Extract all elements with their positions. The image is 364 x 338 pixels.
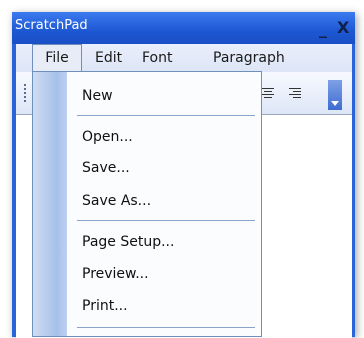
menu-item-open[interactable]: Open...	[82, 127, 133, 147]
window-controls: _ X	[317, 18, 351, 38]
menu-separator	[77, 327, 255, 328]
menu-edit[interactable]: Edit	[95, 44, 122, 72]
menu-bar: File Edit Font Paragraph	[16, 44, 352, 72]
menu-file[interactable]: File	[32, 44, 82, 72]
minimize-button[interactable]: _	[319, 19, 327, 39]
menu-font[interactable]: Font	[142, 44, 172, 72]
window-title: ScratchPad	[15, 18, 88, 33]
menu-item-print[interactable]: Print...	[82, 296, 128, 316]
menu-item-preview[interactable]: Preview...	[82, 264, 149, 284]
menu-separator	[77, 115, 255, 116]
align-center-icon[interactable]	[262, 87, 274, 99]
menu-item-save[interactable]: Save...	[82, 158, 130, 178]
menu-separator	[77, 220, 255, 221]
toolbar-overflow-button[interactable]	[328, 80, 342, 110]
file-menu-dropdown: New Open... Save... Save As... Page Setu…	[32, 71, 262, 337]
title-bar[interactable]: ScratchPad _ X	[12, 12, 355, 44]
menu-icon-strip	[33, 72, 67, 336]
menu-item-save-as[interactable]: Save As...	[82, 191, 151, 211]
toolbar-grip-handle[interactable]	[24, 84, 28, 102]
close-button[interactable]: X	[337, 18, 349, 38]
menu-item-new[interactable]: New	[82, 86, 113, 106]
menu-paragraph[interactable]: Paragraph	[213, 44, 285, 72]
chevron-down-icon	[331, 101, 339, 106]
menu-item-page-setup[interactable]: Page Setup...	[82, 232, 174, 252]
align-right-icon[interactable]	[289, 87, 301, 99]
